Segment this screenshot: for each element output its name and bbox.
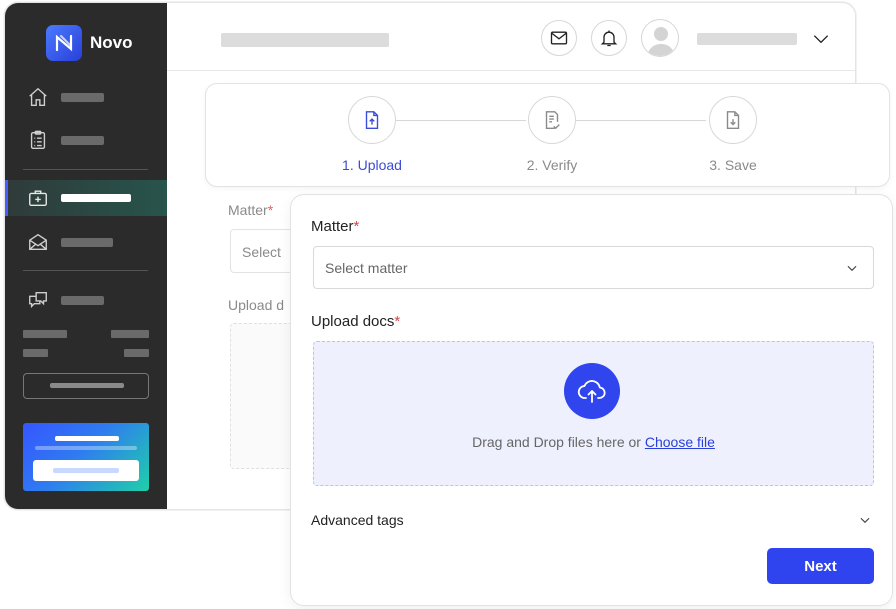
promo-button[interactable] <box>33 460 139 481</box>
chevron-down-icon[interactable] <box>811 29 831 49</box>
sidebar-item-tasks[interactable] <box>5 122 167 158</box>
choose-file-link[interactable]: Choose file <box>645 434 715 450</box>
mail-icon <box>550 31 568 45</box>
novo-logo-icon <box>46 25 82 61</box>
sidebar-item-matters[interactable] <box>5 180 167 216</box>
notifications-button[interactable] <box>591 20 627 56</box>
file-dropzone[interactable]: Drag and Drop files here or Choose file <box>313 341 874 486</box>
advanced-tags-toggle[interactable]: Advanced tags <box>311 512 404 528</box>
promo-card <box>23 423 149 491</box>
user-avatar[interactable] <box>641 19 679 57</box>
sidebar-item-home[interactable] <box>5 79 167 115</box>
file-download-icon <box>726 111 740 129</box>
step-save[interactable]: 3. Save <box>693 96 773 173</box>
file-check-icon <box>545 111 560 130</box>
upload-docs-label: Upload docs* <box>311 313 401 330</box>
back-upload-label: Upload d <box>228 297 285 313</box>
sidebar-outline-button[interactable] <box>23 373 149 399</box>
upload-modal: Matter* Select matter Upload docs* Drag … <box>290 194 893 606</box>
top-header <box>167 3 855 71</box>
cloud-upload-icon <box>577 380 606 403</box>
matter-label: Matter* <box>311 218 360 235</box>
mail-button[interactable] <box>541 20 577 56</box>
next-button[interactable]: Next <box>767 548 874 584</box>
step-upload[interactable]: 1. Upload <box>332 96 412 173</box>
matter-select-placeholder: Select matter <box>325 260 408 276</box>
sidebar: Novo <box>5 3 167 509</box>
open-envelope-icon <box>29 233 47 251</box>
chevron-down-icon[interactable] <box>858 513 872 527</box>
bell-icon <box>600 30 618 47</box>
sidebar-item-inbox[interactable] <box>5 224 167 260</box>
back-matter-label: Matter* <box>228 202 274 218</box>
file-upload-icon <box>365 111 379 129</box>
briefcase-plus-icon <box>29 190 47 207</box>
brand: Novo <box>46 25 133 61</box>
clipboard-icon <box>30 130 46 149</box>
step-verify[interactable]: 2. Verify <box>512 96 592 173</box>
brand-name: Novo <box>90 33 133 52</box>
user-avatar-icon <box>647 27 675 56</box>
page-title-placeholder <box>221 33 389 47</box>
sidebar-item-messages[interactable] <box>5 282 167 318</box>
chat-bubbles-icon <box>29 291 47 309</box>
user-name-placeholder <box>697 33 797 45</box>
upload-stepper: 1. Upload 2. Verify 3. Save <box>205 83 890 187</box>
chevron-down-icon <box>847 265 857 272</box>
home-icon <box>29 87 47 106</box>
matter-select[interactable]: Select matter <box>313 246 874 289</box>
drop-instructions: Drag and Drop files here or Choose file <box>472 434 715 450</box>
cloud-upload-button[interactable] <box>564 363 620 419</box>
